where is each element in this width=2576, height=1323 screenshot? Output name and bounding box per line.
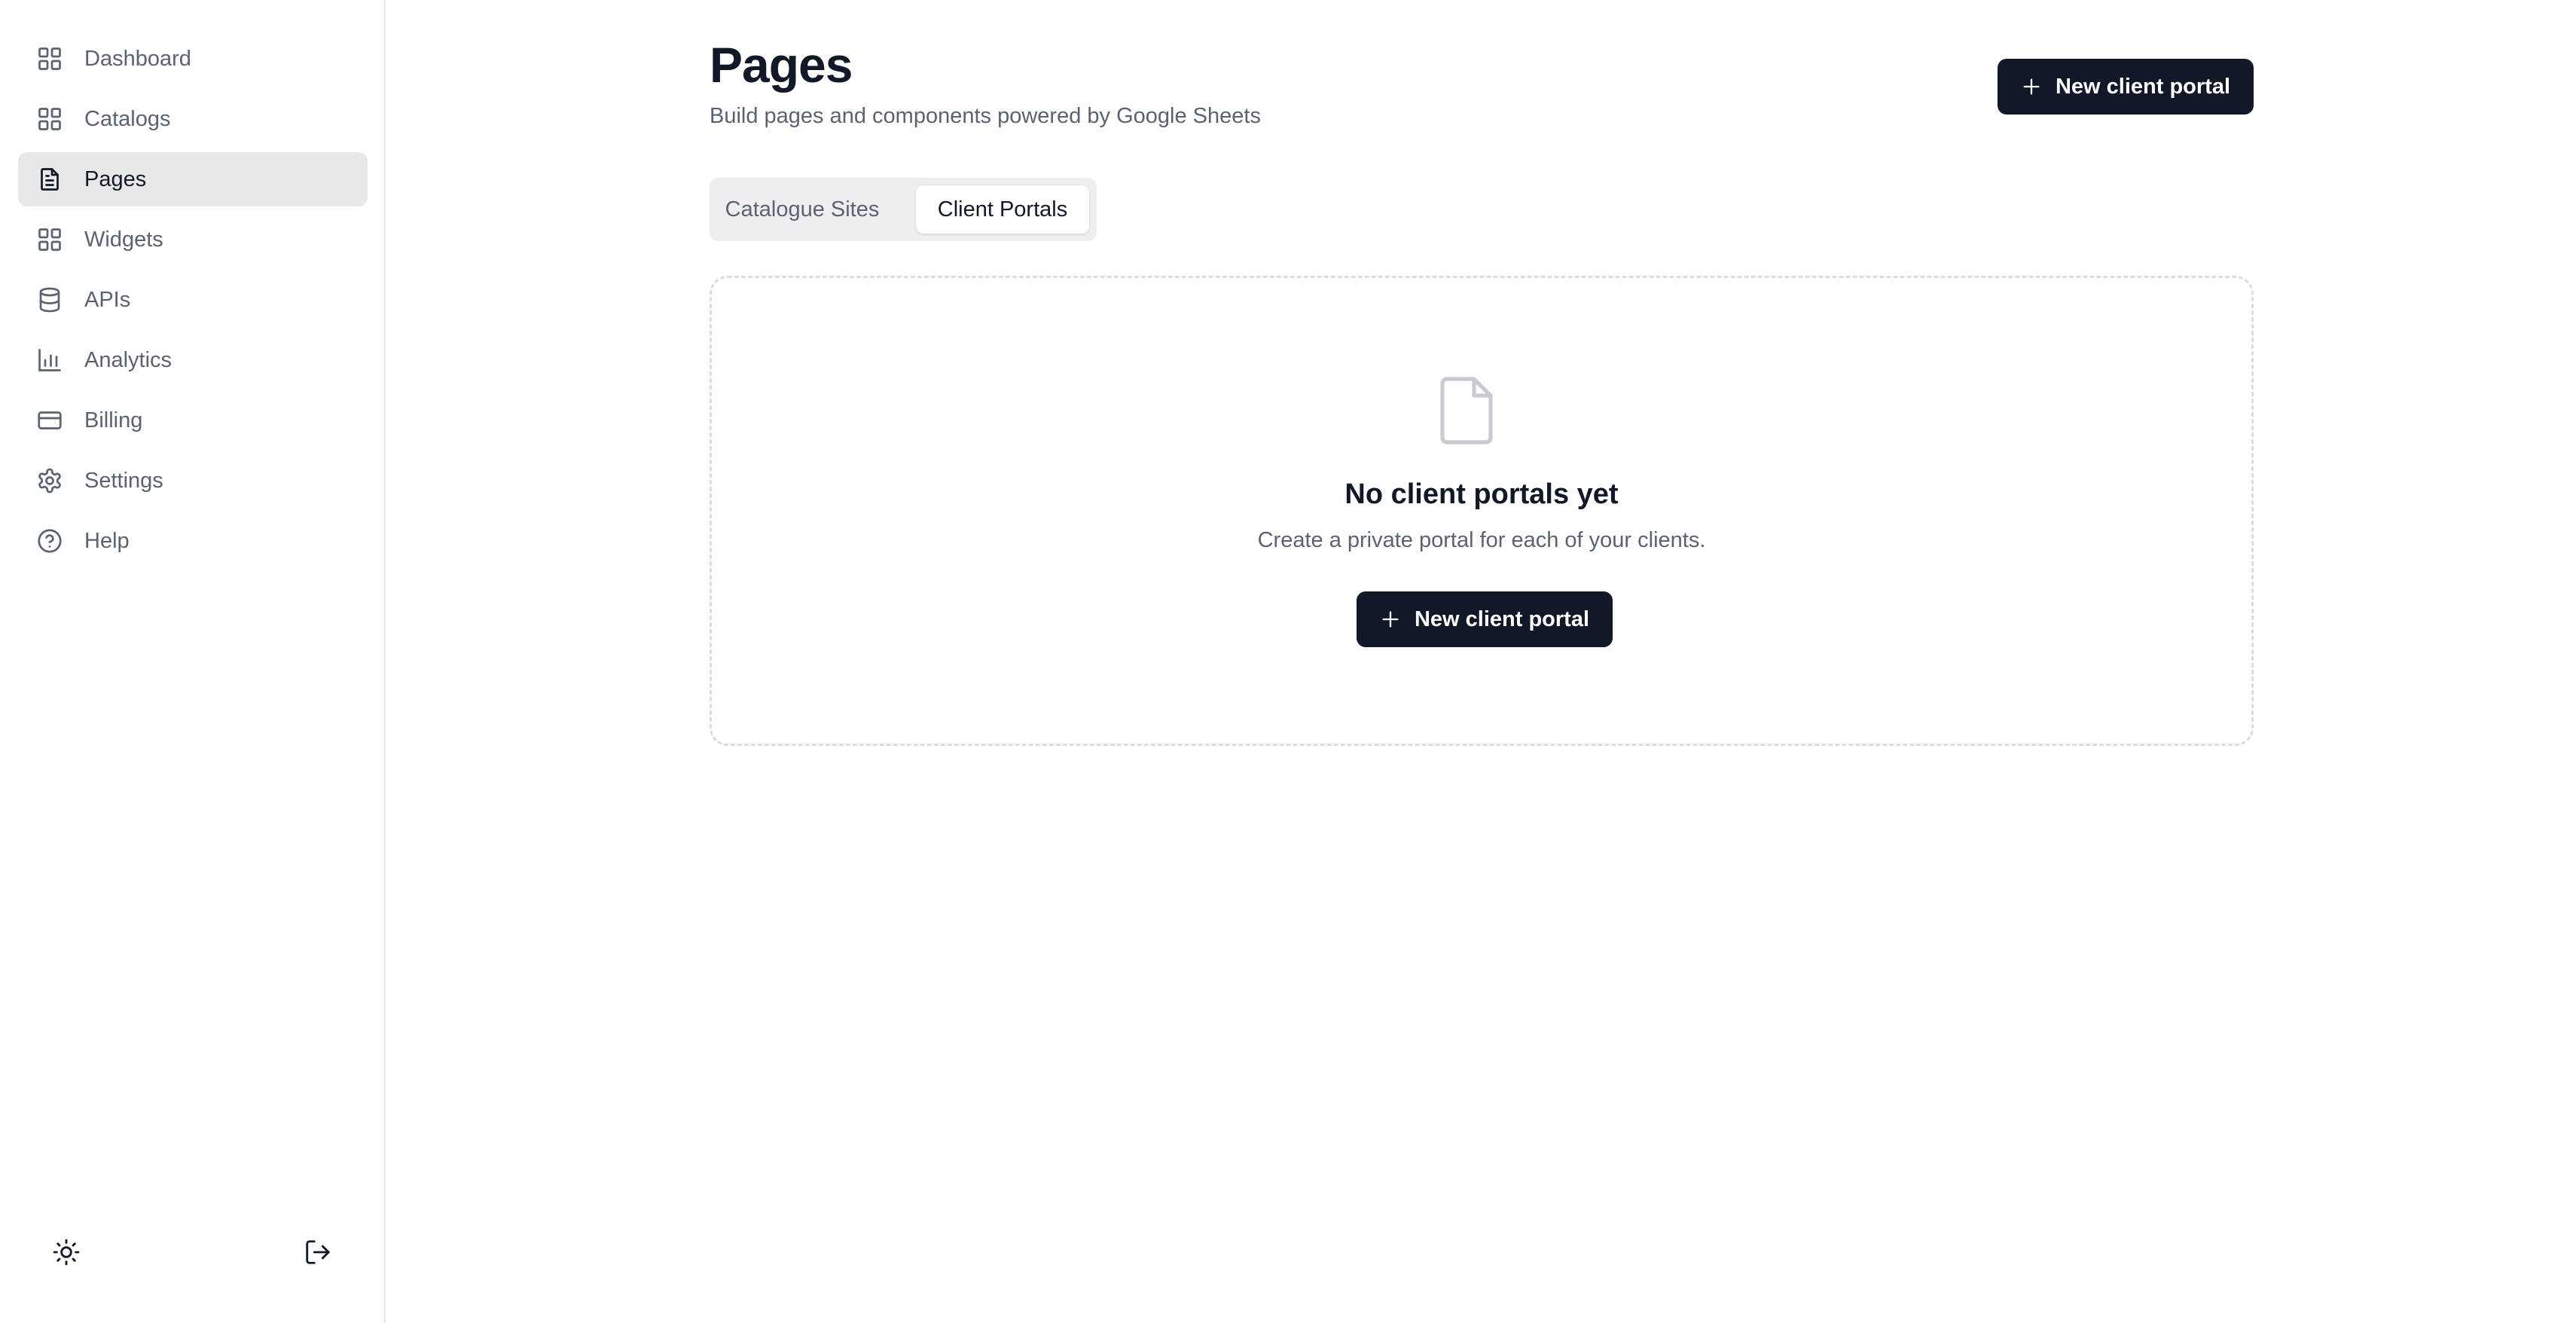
sidebar-item-label: Dashboard [84, 46, 191, 71]
sidebar-item-dashboard[interactable]: Dashboard [18, 32, 368, 86]
sun-icon [53, 1239, 80, 1266]
new-client-portal-button[interactable]: New client portal [1998, 59, 2254, 115]
page-subtitle: Build pages and components powered by Go… [710, 104, 1261, 128]
tab-catalogue-sites[interactable]: Catalogue Sites [717, 185, 887, 234]
credit-card-icon [36, 407, 63, 434]
logout-button[interactable] [297, 1231, 339, 1273]
main-content: Pages Build pages and components powered… [386, 0, 2576, 1323]
sidebar-item-settings[interactable]: Settings [18, 454, 368, 508]
plus-icon [1382, 611, 1399, 628]
layout-grid-icon [36, 45, 63, 72]
empty-state-new-client-portal-button[interactable]: New client portal [1357, 591, 1613, 647]
empty-state-description: Create a private portal for each of your… [1257, 528, 1706, 552]
file-text-icon [36, 166, 63, 193]
sidebar: Dashboard Catalogs Pages Widgets APIs An… [0, 0, 386, 1323]
plus-icon [2023, 78, 2040, 95]
sidebar-item-widgets[interactable]: Widgets [18, 212, 368, 267]
file-icon [1433, 374, 1500, 447]
layout-grid-icon [36, 105, 63, 133]
sidebar-item-label: Settings [84, 468, 163, 493]
help-circle-icon [36, 527, 63, 555]
sidebar-item-label: Catalogs [84, 106, 171, 131]
button-label: New client portal [2055, 74, 2231, 99]
sidebar-item-label: Widgets [84, 227, 163, 252]
button-label: New client portal [1414, 607, 1590, 631]
sidebar-footer [0, 1231, 386, 1273]
empty-state-title: No client portals yet [1344, 478, 1619, 510]
bar-chart-icon [36, 347, 63, 374]
tab-list: Catalogue Sites Client Portals [710, 178, 1097, 241]
sidebar-item-apis[interactable]: APIs [18, 273, 368, 327]
page-title: Pages [710, 37, 853, 93]
sidebar-item-billing[interactable]: Billing [18, 393, 368, 448]
sidebar-item-catalogs[interactable]: Catalogs [18, 92, 368, 146]
tab-client-portals[interactable]: Client Portals [916, 185, 1089, 234]
sidebar-item-help[interactable]: Help [18, 514, 368, 568]
sidebar-item-label: Analytics [84, 347, 172, 372]
sidebar-item-label: APIs [84, 287, 131, 312]
theme-toggle-button[interactable] [45, 1231, 87, 1273]
sidebar-nav: Dashboard Catalogs Pages Widgets APIs An… [18, 32, 368, 574]
sidebar-item-label: Help [84, 528, 130, 553]
empty-state-card: No client portals yet Create a private p… [710, 276, 2254, 746]
sidebar-item-pages[interactable]: Pages [18, 152, 368, 206]
database-icon [36, 286, 63, 313]
gear-icon [36, 467, 63, 494]
log-out-icon [306, 1240, 330, 1264]
layout-grid-icon [36, 226, 63, 253]
sidebar-item-analytics[interactable]: Analytics [18, 333, 368, 387]
sidebar-item-label: Pages [84, 167, 147, 191]
sidebar-item-label: Billing [84, 408, 143, 432]
